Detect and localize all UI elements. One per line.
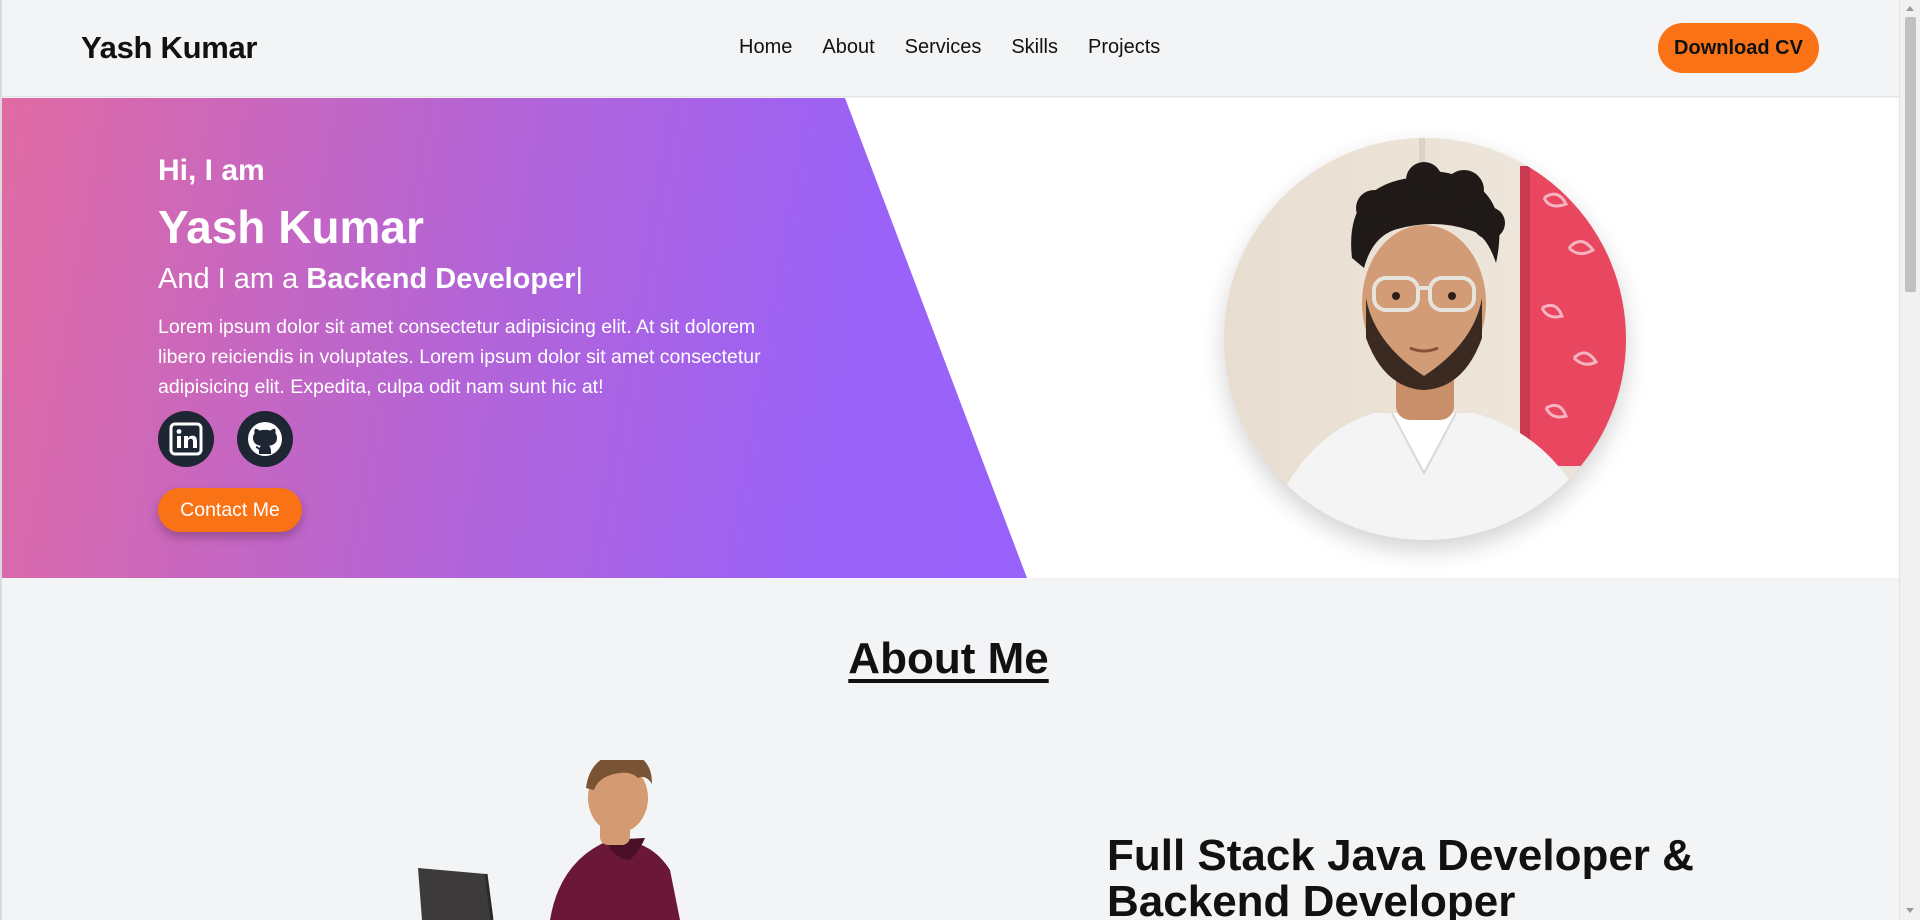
github-icon <box>248 422 282 456</box>
site-header: Yash Kumar Home About Services Skills Pr… <box>2 0 1899 97</box>
typing-caret: | <box>575 263 584 295</box>
linkedin-link[interactable] <box>158 411 214 467</box>
nav-services[interactable]: Services <box>905 36 982 59</box>
hero-description: Lorem ipsum dolor sit amet consectetur a… <box>158 316 761 398</box>
nav-projects[interactable]: Projects <box>1088 36 1160 59</box>
scroll-up-arrow-icon[interactable] <box>1906 6 1914 11</box>
main-nav: Home About Services Skills Projects <box>739 36 1160 59</box>
scrollbar-thumb[interactable] <box>1905 17 1916 292</box>
nav-skills[interactable]: Skills <box>1011 36 1058 59</box>
about-section-title: About Me <box>848 634 1049 683</box>
portfolio-page: Yash Kumar Home About Services Skills Pr… <box>0 0 1920 920</box>
profile-portrait-illustration <box>1224 138 1626 540</box>
github-link[interactable] <box>237 411 293 467</box>
profile-photo <box>1224 138 1626 540</box>
hero-role-line: And I am a Backend Developer| <box>158 263 583 296</box>
vertical-scrollbar[interactable] <box>1899 0 1920 920</box>
brand-logo[interactable]: Yash Kumar <box>81 30 258 66</box>
nav-about[interactable]: About <box>822 36 874 59</box>
scroll-down-arrow-icon[interactable] <box>1906 908 1914 913</box>
role-typed-text: Backend Developer <box>306 263 576 295</box>
download-cv-button[interactable]: Download CV <box>1658 23 1819 73</box>
nav-home[interactable]: Home <box>739 36 792 59</box>
hero-name: Yash Kumar <box>158 201 424 253</box>
hero-section: Hi, I am Yash Kumar And I am a Backend D… <box>2 98 1899 578</box>
role-prefix: And I am a <box>158 263 299 295</box>
linkedin-icon <box>169 422 203 456</box>
hero-greeting: Hi, I am <box>158 154 265 187</box>
about-subtitle: Full Stack Java Developer & Backend Deve… <box>1107 831 1694 920</box>
contact-me-button[interactable]: Contact Me <box>158 488 302 532</box>
developer-laptop-illustration <box>418 760 680 920</box>
